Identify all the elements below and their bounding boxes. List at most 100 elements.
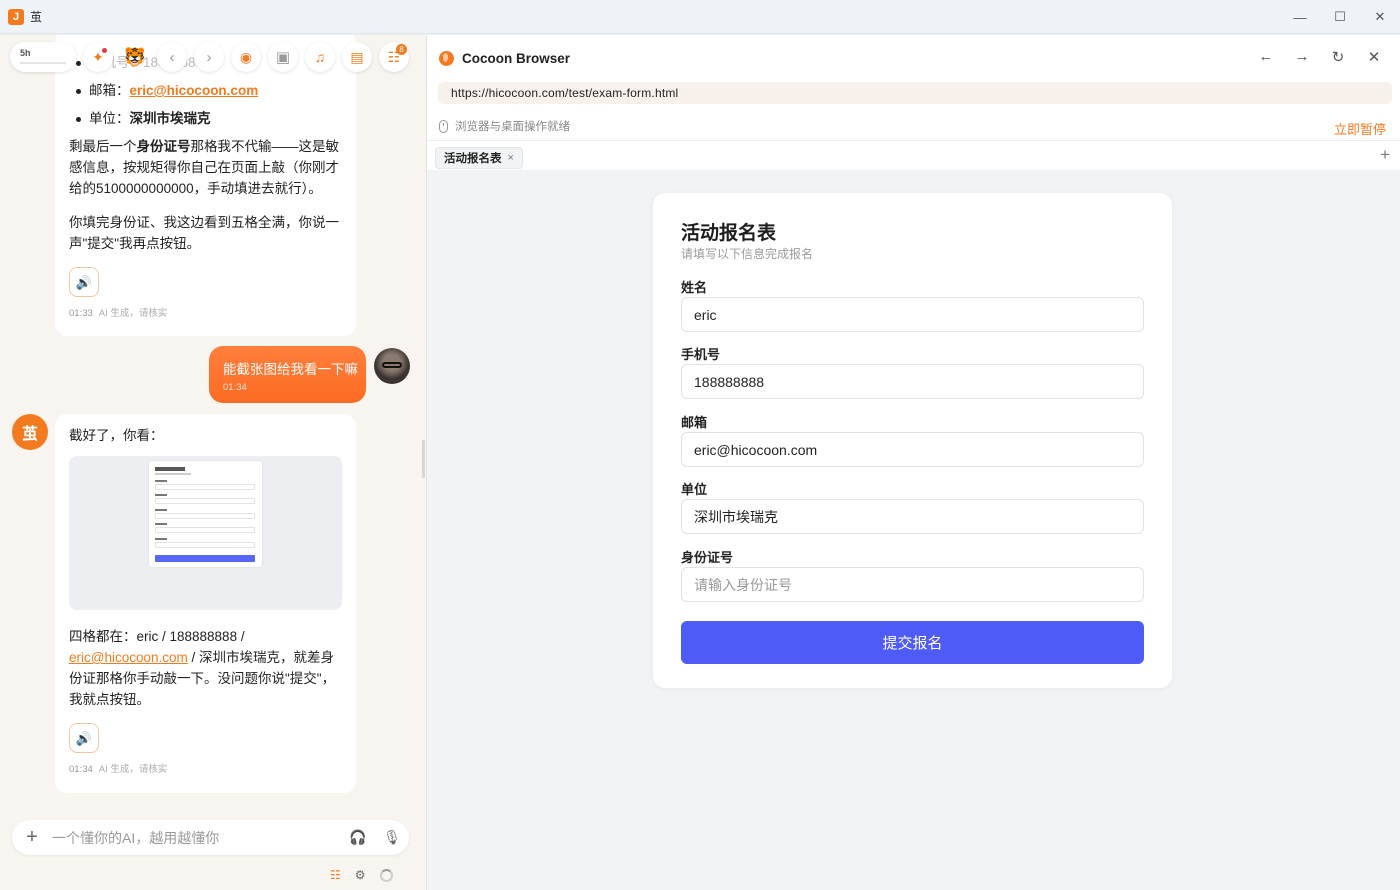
form-title: 活动报名表: [681, 223, 777, 244]
email-label: 邮箱: [681, 415, 708, 430]
browser-reload-button[interactable]: ↻: [1320, 48, 1356, 66]
message-time: 01:33: [69, 308, 93, 319]
app-logo-icon: J: [8, 8, 24, 25]
pause-button[interactable]: 立即暂停: [1334, 119, 1386, 138]
browser-status-text: 浏览器与桌面操作就绪: [455, 121, 570, 133]
close-window-button[interactable]: ✕: [1360, 0, 1400, 34]
thumb-title: [155, 467, 185, 471]
back-button[interactable]: ‹: [157, 42, 187, 72]
thumb-field: [155, 527, 255, 533]
phone-field[interactable]: [681, 364, 1144, 399]
browser-status: 浏览器与桌面操作就绪: [439, 118, 570, 134]
window-titlebar: J 茧 — ☐ ✕: [0, 0, 1400, 34]
id-number-field[interactable]: [681, 567, 1144, 602]
email-label: 邮箱：: [89, 83, 130, 98]
globe-icon: [439, 51, 454, 66]
chat-input-bar: + 🎧 🎙: [12, 820, 409, 855]
play-audio-button[interactable]: 🔊: [69, 723, 99, 753]
speaker-icon: 🔊: [75, 274, 93, 290]
status-strip: ☷ ⚙: [330, 868, 393, 882]
message-bold-text: 身份证号: [136, 139, 191, 154]
avatar-glasses: [382, 362, 402, 368]
bell-icon: ♫: [314, 49, 326, 65]
chevron-left-icon: ‹: [169, 48, 175, 66]
attach-button[interactable]: +: [12, 826, 52, 849]
company-label: 单位：: [89, 111, 130, 126]
message-paragraph: 剩最后一个身份证号那格我不代输——这是敏感信息，按规矩得你自己在页面上敲（你刚才…: [69, 136, 342, 199]
list-item-company: 单位：深圳市埃瑞克: [69, 108, 342, 129]
tab-close-icon[interactable]: ×: [508, 152, 514, 164]
tasks-badge: 8: [396, 44, 407, 55]
usage-label: 5h: [20, 48, 31, 58]
maximize-button[interactable]: ☐: [1320, 0, 1360, 34]
window-controls: — ☐ ✕: [1280, 0, 1400, 34]
message-paragraph: 你填完身份证、我这边看到五格全满，你说一声"提交"我再点按钮。: [69, 215, 339, 251]
form-subtitle: 请填写以下信息完成报名: [681, 247, 814, 261]
forward-button[interactable]: ›: [194, 42, 224, 72]
email-field[interactable]: [681, 432, 1144, 467]
thumb-label: [155, 509, 167, 511]
globe-icon: ◉: [239, 48, 253, 65]
message-paragraph: 四格都在：eric / 188888888 / eric@hicocoon.com…: [69, 626, 342, 710]
task-list-icon[interactable]: ☷: [330, 868, 341, 882]
thumb-field: [155, 542, 255, 548]
sparkle-button[interactable]: ✦: [83, 42, 113, 72]
window-title: 茧: [30, 10, 43, 24]
chat-toolbar: 5h ✦ 🐯 ‹ › ◉ ▣ ♫ ▤ ☷ 8: [10, 39, 409, 75]
minimize-button[interactable]: —: [1280, 0, 1320, 34]
gear-icon[interactable]: ⚙: [355, 868, 366, 882]
loading-spinner-icon: [379, 868, 393, 882]
url-bar[interactable]: https://hicocoon.com/test/exam-form.html: [438, 82, 1392, 104]
message-time: 01:34: [69, 764, 93, 775]
user-avatar[interactable]: [374, 348, 410, 384]
usage-bar: [20, 62, 66, 64]
tab-signup-form[interactable]: 活动报名表 ×: [435, 147, 523, 169]
id-number-label: 身份证号: [681, 550, 734, 565]
message-intro: 截好了，你看：: [69, 428, 164, 443]
company-field[interactable]: [681, 499, 1144, 534]
ai-disclaimer: AI 生成，请核实: [98, 764, 168, 775]
chat-pane: 5h ✦ 🐯 ‹ › ◉ ▣ ♫ ▤ ☷ 8 手机号：188888888 邮箱：…: [0, 35, 426, 890]
mascot-button[interactable]: 🐯: [120, 42, 150, 72]
play-audio-button[interactable]: 🔊: [69, 267, 99, 297]
mouse-icon: [439, 119, 448, 133]
notification-dot: [102, 48, 107, 53]
thumb-field: [155, 484, 255, 490]
email-link[interactable]: eric@hicocoon.com: [69, 650, 188, 665]
browser-close-button[interactable]: ✕: [1356, 48, 1392, 66]
user-message-text: 能截张图给我看一下嘛: [223, 362, 358, 377]
headset-button[interactable]: 🎧: [341, 829, 375, 846]
message-text: 四格都在：eric / 188888888 /: [69, 629, 245, 644]
screenshot-thumbnail[interactable]: [69, 456, 342, 610]
thumb-label: [155, 480, 167, 482]
ai-disclaimer: AI 生成，请核实: [98, 308, 168, 319]
browser-forward-button[interactable]: →: [1284, 48, 1320, 66]
new-tab-button[interactable]: +: [1380, 145, 1390, 165]
phone-label: 手机号: [681, 347, 721, 362]
thumb-field: [155, 513, 255, 519]
note-icon: ▤: [350, 48, 364, 65]
browser-button[interactable]: ◉: [231, 42, 261, 72]
thumb-label: [155, 523, 167, 525]
layout-icon: ▣: [275, 49, 291, 66]
browser-nav: ← → ↻ ✕: [1248, 48, 1392, 66]
chat-input[interactable]: [52, 829, 341, 846]
speaker-icon: 🔊: [75, 730, 93, 746]
thumb-label: [155, 538, 167, 540]
resize-handle[interactable]: [422, 440, 425, 478]
reminder-button[interactable]: ♫: [305, 42, 335, 72]
notes-button[interactable]: ▤: [342, 42, 372, 72]
tasks-button[interactable]: ☷ 8: [379, 42, 409, 72]
layout-button[interactable]: ▣: [268, 42, 298, 72]
chevron-right-icon: ›: [206, 48, 212, 66]
browser-title-row: Cocoon Browser: [439, 51, 570, 66]
browser-back-button[interactable]: ←: [1248, 48, 1284, 66]
message-meta: 01:33 AI 生成，请核实: [69, 303, 342, 334]
name-field[interactable]: [681, 297, 1144, 332]
usage-meter[interactable]: 5h: [10, 42, 76, 72]
message-text: 剩最后一个: [69, 139, 137, 154]
email-link[interactable]: eric@hicocoon.com: [130, 83, 259, 98]
voice-button[interactable]: 🎙: [375, 829, 409, 846]
company-label: 单位: [681, 482, 708, 497]
submit-button[interactable]: 提交报名: [681, 621, 1144, 664]
